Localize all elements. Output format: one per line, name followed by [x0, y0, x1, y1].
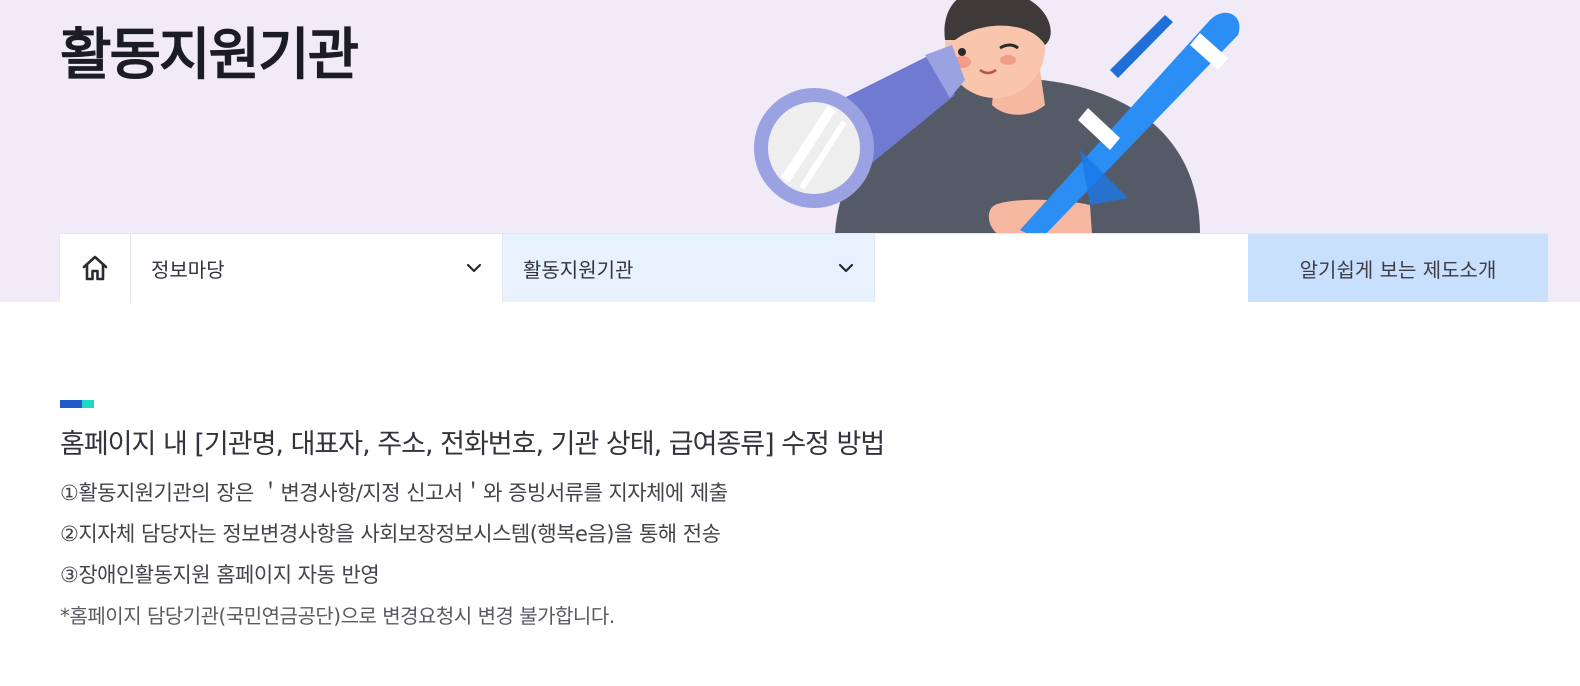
depth1-select[interactable]: 정보마당	[131, 234, 503, 302]
home-button[interactable]	[60, 234, 131, 302]
depth1-select-label: 정보마당	[151, 257, 225, 282]
location-navigation: 정보마당 활동지원기관 알기쉽게 보는 제도소개	[59, 233, 1548, 302]
notice-text: *홈페이지 담당기관(국민연금공단)으로 변경요청시 변경 불가합니다.	[60, 604, 615, 628]
home-icon	[82, 255, 108, 281]
main-content: 홈페이지 내 [기관명, 대표자, 주소, 전화번호, 기관 상태, 급여종류]…	[60, 400, 1260, 637]
chevron-down-icon	[838, 263, 854, 273]
hero-banner: 활동지원기관 정보마당 활동지원기관 알기쉽게 보는 제도소개	[0, 0, 1580, 302]
section-title-accent-bar	[60, 400, 94, 408]
section-title: 홈페이지 내 [기관명, 대표자, 주소, 전화번호, 기관 상태, 급여종류]…	[60, 429, 885, 460]
list-item: ①활동지원기관의 장은 ＇변경사항/지정 신고서＇와 증빙서류를 지자체에 제출	[60, 481, 728, 505]
steps-list: ①활동지원기관의 장은 ＇변경사항/지정 신고서＇와 증빙서류를 지자체에 제출…	[60, 473, 1260, 596]
page-title: 활동지원기관	[60, 23, 359, 88]
list-item: ②지자체 담당자는 정보변경사항을 사회보장정보시스템(행복e음)을 통해 전송	[60, 522, 721, 546]
system-intro-button-label: 알기쉽게 보는 제도소개	[1299, 257, 1497, 282]
depth2-select[interactable]: 활동지원기관	[503, 234, 875, 302]
list-item: ③장애인활동지원 홈페이지 자동 반영	[60, 563, 380, 587]
system-intro-button[interactable]: 알기쉽게 보는 제도소개	[1248, 234, 1548, 302]
chevron-down-icon	[466, 263, 482, 273]
person-with-telescope-illustration	[754, 0, 1240, 234]
depth2-select-label: 활동지원기관	[523, 257, 634, 282]
nav-spacer	[875, 234, 1248, 302]
